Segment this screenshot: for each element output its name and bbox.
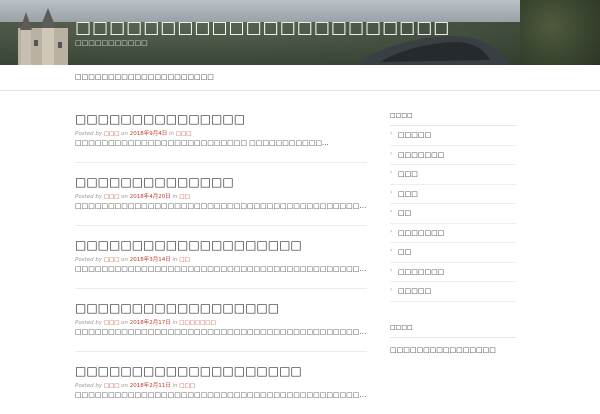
on-label: on [121,194,129,200]
category-item[interactable]: › □□ [390,243,516,263]
site-title[interactable]: □□□□□□□□□□□□□□□□□□□□□□ [75,18,450,38]
categories-widget-title: □□□□ [390,100,516,126]
bullet-icon: › [390,149,393,157]
sidebar: □□□□ › □□□□□ › □□□□□□□ › □□□ › □□□ › □□ › □□□□… [390,100,516,354]
post-item: □□□□□□□□□□□□□□□□□□ Posted by □□□ on 2018… [75,289,367,352]
category-label[interactable]: □□□□□□□ [398,268,444,276]
post-meta: Posted by □□□ on 2018年4月20日 in □□ [75,192,190,200]
category-list: › □□□□□ › □□□□□□□ › □□□ › □□□ › □□ › □□□□□□□ ›… [390,126,516,302]
on-label: on [121,383,129,389]
in-label: in [172,383,178,389]
bullet-icon: › [390,208,393,215]
post-author-link[interactable]: □□□ [104,131,120,137]
bullet-icon: › [390,247,393,254]
post-excerpt: □□□□□□□□□□□□□□□□□□□□□□□□□□□□□□□□□□□□□□□□… [75,391,367,399]
category-item[interactable]: › □□ [390,204,516,224]
secondary-widget-link[interactable]: □□□□□□□□□□□□□□□□ [390,338,516,354]
post-title[interactable]: □□□□□□□□□□□□□□□□□□□□ [75,364,302,378]
category-label[interactable]: □□□□□ [398,287,431,295]
site-description: □□□□□□□□□□□ [75,39,148,47]
post-date-link[interactable]: 2018年9月4日 [130,131,168,137]
post-list: □□□□□□□□□□□□□□□ Posted by □□□ on 2018年9月… [75,100,367,414]
nav-menu-item[interactable]: □□□□□□□□□□□□□□□□□□□□□ [75,73,214,81]
top-navigation: □□□□□□□□□□□□□□□□□□□□□ [0,65,600,91]
category-item[interactable]: › □□□□□□□ [390,224,516,243]
post-author-link[interactable]: □□□ [104,194,120,200]
bullet-icon: › [390,286,393,293]
post-excerpt: □□□□□□□□□□□□□□□□□□□□□□□□□□□□□□□□□□□□□□□□… [75,265,367,273]
castle-image [18,8,68,65]
post-category-link[interactable]: □□□ [176,131,192,137]
in-label: in [172,257,178,263]
site-header: □□□□□□□□□□□□□□□□□□□□□□ □□□□□□□□□□□ [0,0,600,65]
post-excerpt: □□□□□□□□□□□□□□□□□□□□□□□□□□□□□□□□□□□□□□□□… [75,328,367,336]
category-item[interactable]: › □□□□□ [390,126,516,146]
post-date-link[interactable]: 2018年2月11日 [130,383,171,389]
post-date-link[interactable]: 2018年2月17日 [130,320,171,326]
post-title[interactable]: □□□□□□□□□□□□□□□ [75,112,245,126]
category-label[interactable]: □□ [398,209,411,217]
in-label: in [172,320,178,326]
post-title[interactable]: □□□□□□□□□□□□□□ [75,175,234,189]
secondary-widget-title: □□□□ [390,312,516,338]
in-label: in [169,131,175,137]
on-label: on [121,131,129,137]
posted-by-label: Posted by [75,194,103,200]
category-label[interactable]: □□□ [398,190,418,198]
post-date-link[interactable]: 2018年3月14日 [130,257,171,263]
secondary-widget: □□□□ □□□□□□□□□□□□□□□□ [390,312,516,354]
post-title[interactable]: □□□□□□□□□□□□□□□□□□ [75,301,279,315]
posted-by-label: Posted by [75,257,103,263]
post-title[interactable]: □□□□□□□□□□□□□□□□□□□□ [75,238,302,252]
post-author-link[interactable]: □□□ [104,257,120,263]
post-meta: Posted by □□□ on 2018年9月4日 in □□□ [75,129,191,137]
bullet-icon: › [390,169,393,176]
bullet-icon: › [390,188,393,196]
post-category-link[interactable]: □□□ [179,383,195,389]
post-meta: Posted by □□□ on 2018年2月11日 in □□□ [75,381,195,389]
category-label[interactable]: □□ [398,248,411,256]
category-label[interactable]: □□□□□□□ [398,229,444,237]
post-category-link[interactable]: □□ [179,257,189,263]
post-item: □□□□□□□□□□□□□□□□□□□□ Posted by □□□ on 20… [75,352,367,414]
post-meta: Posted by □□□ on 2018年3月14日 in □□ [75,255,190,263]
posted-by-label: Posted by [75,320,103,326]
category-label[interactable]: □□□□□ [398,131,431,139]
in-label: in [172,194,178,200]
category-item[interactable]: › □□□□□ [390,282,516,302]
post-excerpt: □□□□□□□□□□□□□□□□□□□□□□□□□□ □□□□□□□□□□□… [75,139,329,147]
category-item[interactable]: › □□□□□□□ [390,146,516,165]
category-item[interactable]: › □□□□□□□ [390,263,516,282]
category-item[interactable]: › □□□ [390,165,516,185]
post-date-link[interactable]: 2018年4月20日 [130,194,171,200]
post-category-link[interactable]: □□□□□□□ [179,320,215,326]
post-author-link[interactable]: □□□ [104,320,120,326]
on-label: on [121,257,129,263]
posted-by-label: Posted by [75,383,103,389]
post-item: □□□□□□□□□□□□□□ Posted by □□□ on 2018年4月2… [75,163,367,226]
post-item: □□□□□□□□□□□□□□□□□□□□ Posted by □□□ on 20… [75,226,367,289]
category-label[interactable]: □□□□□□□ [398,151,444,159]
post-excerpt: □□□□□□□□□□□□□□□□□□□□□□□□□□□□□□□□□□□□□□□□… [75,202,367,210]
posted-by-label: Posted by [75,131,103,137]
bullet-icon: › [390,130,393,137]
header-trees [520,0,600,65]
post-meta: Posted by □□□ on 2018年2月17日 in □□□□□□□ [75,318,216,326]
bullet-icon: › [390,266,393,274]
bullet-icon: › [390,227,393,235]
on-label: on [121,320,129,326]
post-author-link[interactable]: □□□ [104,383,120,389]
post-item: □□□□□□□□□□□□□□□ Posted by □□□ on 2018年9月… [75,100,367,163]
category-item[interactable]: › □□□ [390,185,516,204]
post-category-link[interactable]: □□ [179,194,189,200]
category-label[interactable]: □□□ [398,170,418,178]
